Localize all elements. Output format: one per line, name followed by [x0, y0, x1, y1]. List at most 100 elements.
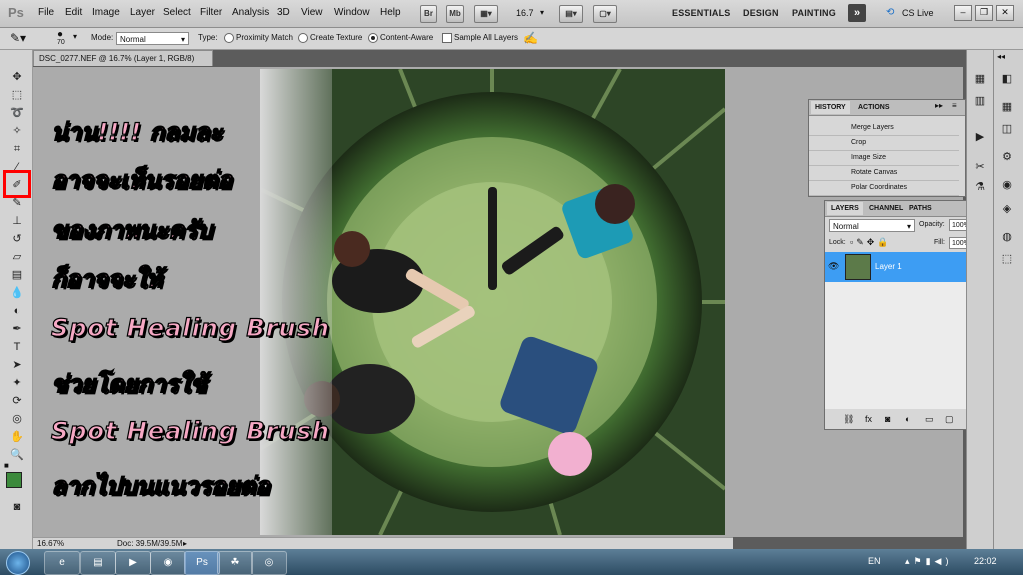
layers-icon[interactable]: ◈ [999, 202, 1015, 216]
menu-window[interactable]: Window [334, 7, 370, 18]
menu-3d[interactable]: 3D [277, 7, 290, 18]
start-button[interactable] [6, 551, 30, 575]
foreground-color-swatch[interactable] [6, 472, 22, 488]
workspace-essentials[interactable]: ESSENTIALS [672, 8, 731, 18]
history-item[interactable]: Polar Coordinates [809, 180, 959, 196]
adjustment-layer-icon[interactable]: ◐ [905, 410, 910, 428]
expand-dock-icon[interactable]: ◂◂ [997, 52, 1005, 61]
history-brush-tool-icon[interactable]: ↺ [9, 232, 25, 246]
zoom-tool-icon[interactable]: 🔍 [9, 448, 25, 462]
new-layer-icon[interactable]: ▢ [945, 410, 954, 428]
menu-analysis[interactable]: Analysis [232, 7, 269, 18]
history-item[interactable]: Image Size [809, 150, 959, 166]
arrange-documents-button[interactable]: ▤▾ [559, 5, 583, 23]
tray-icons[interactable]: ▴⚑▮◀) [905, 556, 952, 567]
tab-actions[interactable]: ACTIONS [854, 101, 894, 114]
clone-stamp-tool-icon[interactable]: ⊥ [9, 214, 25, 228]
taskbar-photoshop-icon[interactable]: Ps [184, 551, 220, 575]
histogram-icon[interactable]: ▦ [972, 72, 988, 86]
minimize-button[interactable]: – [954, 5, 972, 21]
history-item[interactable]: Rotate Canvas [809, 165, 959, 181]
brush-picker-dropdown-icon[interactable]: ▾ [73, 32, 77, 41]
minibridge-button[interactable]: Mb [446, 5, 464, 23]
layer-style-icon[interactable]: fx [865, 410, 872, 428]
color-icon[interactable]: ◧ [999, 72, 1015, 86]
collapse-icon[interactable]: ▸▸ [935, 101, 943, 110]
actions-icon[interactable]: ▶ [972, 130, 988, 144]
content-aware-radio[interactable] [368, 33, 378, 43]
menu-edit[interactable]: Edit [65, 7, 82, 18]
tab-history[interactable]: HISTORY [811, 101, 850, 114]
channels-icon[interactable]: ◍ [999, 230, 1015, 244]
workspace-design[interactable]: DESIGN [743, 8, 779, 18]
clone-source-icon[interactable]: ⚗ [972, 180, 988, 194]
mode-select[interactable]: Normal [116, 32, 189, 46]
styles-icon[interactable]: ◫ [999, 122, 1015, 136]
bridge-button[interactable]: Br [420, 5, 437, 23]
document-tab[interactable]: DSC_0277.NEF @ 16.7% (Layer 1, RGB/8) *✕ [33, 50, 213, 79]
menu-select[interactable]: Select [163, 7, 191, 18]
create-texture-radio[interactable] [298, 33, 308, 43]
close-button[interactable]: ✕ [996, 5, 1014, 21]
pen-tool-icon[interactable]: ✒ [9, 322, 25, 336]
zoom-dropdown-icon[interactable]: ▾ [540, 8, 544, 17]
menu-file[interactable]: File [38, 7, 54, 18]
crop-tool-icon[interactable]: ⌗ [9, 142, 25, 156]
sample-all-layers-checkbox[interactable] [442, 33, 452, 43]
menu-layer[interactable]: Layer [130, 7, 155, 18]
adjustments-icon[interactable]: ⚙ [999, 150, 1015, 164]
default-colors-icon[interactable]: ■ [4, 461, 9, 470]
workspace-painting[interactable]: PAINTING [792, 8, 836, 18]
marquee-tool-icon[interactable]: ⬚ [9, 88, 25, 102]
cslive-button[interactable]: CS Live [902, 8, 934, 18]
paths-icon[interactable]: ⬚ [999, 252, 1015, 266]
tool-presets-icon[interactable]: ✂ [972, 160, 988, 174]
history-item[interactable]: Crop [809, 135, 959, 151]
screen-mode-button[interactable]: ▢▾ [593, 5, 617, 23]
type-tool-icon[interactable]: T [9, 340, 25, 354]
taskbar-app-icon[interactable]: ☘ [217, 551, 253, 575]
add-mask-icon[interactable]: ◙ [885, 410, 890, 428]
menu-filter[interactable]: Filter [200, 7, 222, 18]
pressure-size-icon[interactable]: ✍ [523, 31, 538, 45]
eraser-tool-icon[interactable]: ▱ [9, 250, 25, 264]
taskbar-media-icon[interactable]: ▶ [115, 551, 151, 575]
blur-tool-icon[interactable]: 💧 [9, 286, 25, 300]
image-canvas[interactable] [260, 69, 725, 535]
menu-view[interactable]: View [301, 7, 323, 18]
taskbar-ie-icon[interactable]: e [44, 551, 80, 575]
blend-mode-select[interactable]: Normal [829, 219, 915, 233]
tab-layers[interactable]: LAYERS [827, 202, 863, 215]
menu-help[interactable]: Help [380, 7, 401, 18]
layer-name[interactable]: Layer 1 [875, 262, 902, 271]
lock-icons[interactable]: ▫✎✥🔒 [850, 237, 891, 248]
link-layers-icon[interactable]: ⛓ [843, 410, 854, 428]
3d-rotate-tool-icon[interactable]: ⟳ [9, 394, 25, 408]
move-tool-icon[interactable]: ✥ [9, 70, 25, 84]
eye-icon[interactable]: 👁 [828, 261, 839, 272]
language-indicator[interactable]: EN [868, 556, 881, 566]
taskbar-chrome-icon[interactable]: ◉ [150, 551, 186, 575]
history-item[interactable]: Merge Layers [809, 120, 959, 136]
more-workspaces-button[interactable]: » [848, 4, 866, 22]
history-icon[interactable]: ▥ [972, 94, 988, 108]
taskbar-explorer-icon[interactable]: ▤ [80, 551, 116, 575]
menu-image[interactable]: Image [92, 7, 120, 18]
zoom-level[interactable]: 16.7 [516, 8, 534, 18]
restore-button[interactable]: ❐ [975, 5, 993, 21]
proximity-match-radio[interactable] [224, 33, 234, 43]
quick-mask-icon[interactable]: ◙ [9, 500, 25, 514]
shape-tool-icon[interactable]: ✦ [9, 376, 25, 390]
3d-orbit-tool-icon[interactable]: ◎ [9, 412, 25, 426]
view-extras-button[interactable]: ▦▾ [474, 5, 498, 23]
taskbar-app2-icon[interactable]: ◎ [251, 551, 287, 575]
path-selection-tool-icon[interactable]: ➤ [9, 358, 25, 372]
tab-paths[interactable]: PATHS [905, 202, 936, 215]
new-group-icon[interactable]: ▭ [925, 410, 934, 428]
lasso-tool-icon[interactable]: ➰ [9, 106, 25, 120]
spot-healing-tool-preset-icon[interactable]: ✎▾ [10, 31, 26, 45]
dodge-tool-icon[interactable]: ◐ [9, 304, 25, 318]
gradient-tool-icon[interactable]: ▤ [9, 268, 25, 282]
quick-selection-tool-icon[interactable]: ✧ [9, 124, 25, 138]
tab-channels[interactable]: CHANNEL [865, 202, 907, 215]
